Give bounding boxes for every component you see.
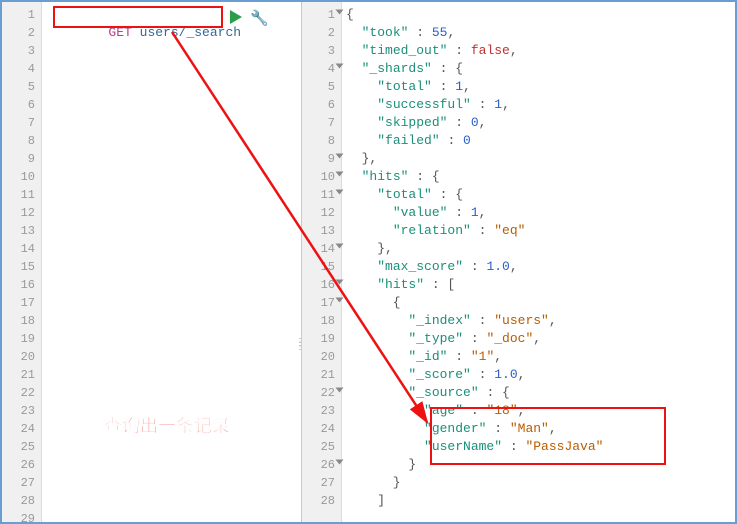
code-line[interactable]: "userName" : "PassJava" [342, 438, 735, 456]
code-line[interactable]: "hits" : [ [342, 276, 735, 294]
line-number: 13 [302, 222, 341, 240]
code-line[interactable]: "value" : 1, [342, 204, 735, 222]
line-number: 22 [302, 384, 341, 402]
code-line[interactable]: "_id" : "1", [342, 348, 735, 366]
code-line[interactable]: "total" : { [342, 186, 735, 204]
line-number: 5 [2, 78, 41, 96]
code-line[interactable]: "timed_out" : false, [342, 42, 735, 60]
line-number: 27 [2, 474, 41, 492]
line-number: 24 [2, 420, 41, 438]
line-number: 17 [302, 294, 341, 312]
line-number: 12 [302, 204, 341, 222]
response-editor[interactable]: { "took" : 55, "timed_out" : false, "_sh… [342, 2, 735, 522]
line-number: 10 [302, 168, 341, 186]
code-line[interactable]: } [342, 456, 735, 474]
response-gutter: 1234567891011121314151617181920212223242… [302, 2, 342, 522]
line-number: 3 [2, 42, 41, 60]
code-line[interactable]: "max_score" : 1.0, [342, 258, 735, 276]
line-number: 17 [2, 294, 41, 312]
code-line[interactable]: "_score" : 1.0, [342, 366, 735, 384]
line-number: 26 [302, 456, 341, 474]
line-number: 1 [302, 6, 341, 24]
line-number: 4 [302, 60, 341, 78]
code-line[interactable]: "total" : 1, [342, 78, 735, 96]
run-request-button[interactable] [230, 10, 242, 24]
code-line[interactable]: "skipped" : 0, [342, 114, 735, 132]
line-number: 5 [302, 78, 341, 96]
line-number: 10 [2, 168, 41, 186]
code-line[interactable]: }, [342, 150, 735, 168]
line-number: 21 [2, 366, 41, 384]
code-line[interactable]: "gender" : "Man", [342, 420, 735, 438]
line-number: 14 [302, 240, 341, 258]
line-number: 24 [302, 420, 341, 438]
code-line[interactable]: "age" : "18", [342, 402, 735, 420]
code-line[interactable]: { [342, 6, 735, 24]
http-method: GET [108, 25, 131, 40]
code-line[interactable]: }, [342, 240, 735, 258]
line-number: 11 [2, 186, 41, 204]
line-number: 9 [302, 150, 341, 168]
code-line[interactable]: "hits" : { [342, 168, 735, 186]
request-path: users/_search [140, 25, 241, 40]
wrench-icon[interactable]: 🔧 [250, 9, 269, 28]
line-number: 25 [302, 438, 341, 456]
line-number: 22 [2, 384, 41, 402]
line-number: 19 [2, 330, 41, 348]
request-editor[interactable]: GET users/_search [42, 2, 301, 522]
line-number: 20 [2, 348, 41, 366]
code-line[interactable]: } [342, 474, 735, 492]
line-number: 21 [302, 366, 341, 384]
line-number: 14 [2, 240, 41, 258]
line-number: 29 [2, 510, 41, 524]
request-gutter: 1234567891011121314151617181920212223242… [2, 2, 42, 522]
line-number: 1 [2, 6, 41, 24]
code-line[interactable]: "_type" : "_doc", [342, 330, 735, 348]
code-line[interactable]: "_shards" : { [342, 60, 735, 78]
editor-split-view: 1234567891011121314151617181920212223242… [0, 0, 737, 524]
line-number: 28 [302, 492, 341, 510]
line-number: 12 [2, 204, 41, 222]
line-number: 15 [302, 258, 341, 276]
line-number: 2 [302, 24, 341, 42]
code-line[interactable]: "_source" : { [342, 384, 735, 402]
line-number: 15 [2, 258, 41, 276]
line-number: 19 [302, 330, 341, 348]
code-line[interactable]: "_index" : "users", [342, 312, 735, 330]
line-number: 3 [302, 42, 341, 60]
line-number: 27 [302, 474, 341, 492]
code-line[interactable]: "took" : 55, [342, 24, 735, 42]
line-number: 23 [302, 402, 341, 420]
line-number: 20 [302, 348, 341, 366]
code-line[interactable]: ] [342, 492, 735, 510]
request-pane: 1234567891011121314151617181920212223242… [2, 2, 302, 522]
line-number: 7 [302, 114, 341, 132]
line-number: 18 [2, 312, 41, 330]
line-number: 2 [2, 24, 41, 42]
line-number: 18 [302, 312, 341, 330]
line-number: 4 [2, 60, 41, 78]
line-number: 8 [2, 132, 41, 150]
line-number: 9 [2, 150, 41, 168]
line-number: 6 [302, 96, 341, 114]
line-number: 7 [2, 114, 41, 132]
line-number: 26 [2, 456, 41, 474]
line-number: 11 [302, 186, 341, 204]
code-line[interactable]: "failed" : 0 [342, 132, 735, 150]
line-number: 28 [2, 492, 41, 510]
code-line[interactable]: "successful" : 1, [342, 96, 735, 114]
line-number: 16 [2, 276, 41, 294]
line-number: 23 [2, 402, 41, 420]
line-number: 13 [2, 222, 41, 240]
response-pane: 1234567891011121314151617181920212223242… [302, 2, 735, 522]
line-number: 8 [302, 132, 341, 150]
code-line[interactable]: { [342, 294, 735, 312]
line-number: 25 [2, 438, 41, 456]
line-number: 16 [302, 276, 341, 294]
code-line[interactable]: "relation" : "eq" [342, 222, 735, 240]
line-number: 6 [2, 96, 41, 114]
